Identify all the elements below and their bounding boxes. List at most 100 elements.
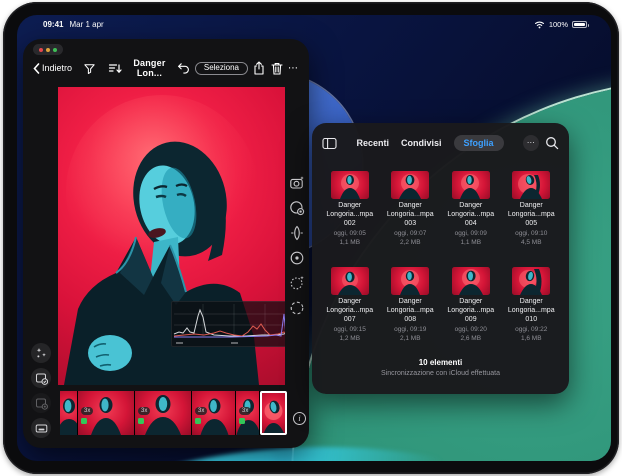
file-name: Danger Longoria...mpa 008 [383, 298, 439, 324]
file-name: Danger Longoria...mpa 010 [504, 298, 560, 324]
vignette-icon[interactable] [289, 299, 306, 316]
files-tabs: Recenti Condivisi Sfoglia [337, 135, 523, 151]
photo-title: Danger Lon... [124, 58, 175, 78]
photo-thumbnail [331, 267, 369, 295]
file-size: 4,5 MB [521, 239, 542, 246]
photo-thumbnail [391, 267, 429, 295]
edited-badge [81, 418, 87, 424]
file-date: oggi, 09:07 [394, 230, 426, 237]
file-date: oggi, 09:22 [515, 326, 547, 333]
filmstrip-thumbnail[interactable]: 3x [135, 391, 191, 435]
file-item[interactable]: Danger Longoria...mpa 002 oggi, 09:051,1… [322, 171, 378, 247]
exposure-icon[interactable] [289, 249, 306, 266]
preset-settings-icon[interactable] [31, 393, 51, 413]
window-controls[interactable] [33, 44, 63, 55]
select-button[interactable]: Seleziona [195, 62, 248, 75]
tab-recenti[interactable]: Recenti [356, 138, 389, 148]
filmstrip-thumbnail[interactable]: 3x [78, 391, 134, 435]
file-size: 2,6 MB [460, 335, 481, 342]
file-name: Danger Longoria...mpa 009 [443, 298, 499, 324]
file-name: Danger Longoria...mpa 002 [322, 202, 378, 228]
file-date: oggi, 09:19 [394, 326, 426, 333]
canvas-format-icon[interactable] [31, 418, 51, 438]
tab-sfoglia[interactable]: Sfoglia [454, 135, 504, 151]
files-grid: Danger Longoria...mpa 002 oggi, 09:051,1… [322, 171, 559, 343]
sidebar-toggle-icon[interactable] [322, 137, 337, 150]
stack-count-badge: 3x [138, 407, 150, 415]
ml-enhance-icon[interactable] [289, 174, 306, 191]
filmstrip-thumbnail[interactable]: 3x [236, 391, 259, 435]
filmstrip-thumbnail[interactable] [60, 391, 77, 435]
stack-count-badge: 3x [195, 407, 207, 415]
photo-canvas[interactable] [58, 87, 285, 385]
more-options-icon[interactable]: ⋯ [523, 135, 539, 151]
status-time: 09:41 [43, 20, 63, 29]
wifi-icon [534, 20, 545, 29]
more-icon[interactable]: ⋯ [286, 63, 299, 74]
photo-thumbnail [331, 171, 369, 199]
stack-count-badge: 3x [239, 407, 251, 415]
preset-check-icon[interactable] [31, 368, 51, 388]
info-button[interactable]: i [293, 412, 306, 425]
file-item[interactable]: Danger Longoria...mpa 010 oggi, 09:22 1,6… [504, 267, 560, 343]
battery-percent: 100% [549, 20, 568, 29]
edited-badge [138, 418, 144, 424]
file-size: 1,2 MB [339, 335, 360, 342]
file-date: oggi, 09:15 [334, 326, 366, 333]
photo-thumbnail [452, 171, 490, 199]
chevron-left-icon [33, 63, 40, 74]
file-name: Danger Longoria...mpa 007 [322, 298, 378, 324]
file-name: Danger Longoria...mpa 003 [383, 202, 439, 228]
photo-thumbnail [452, 267, 490, 295]
back-button[interactable]: Indietro [33, 63, 72, 74]
zoom-window-dot[interactable] [53, 48, 57, 52]
file-size: 2,2 MB [400, 239, 421, 246]
file-size: 2,1 MB [400, 335, 421, 342]
shadows-icon[interactable] [289, 274, 306, 291]
file-item[interactable]: Danger Longoria...mpa 008 oggi, 09:19 2,1… [383, 267, 439, 343]
file-item[interactable]: Danger Longoria...mpa 007 oggi, 09:15 1,2… [322, 267, 378, 343]
file-size: 1,6 MB [521, 335, 542, 342]
sort-icon[interactable] [106, 60, 124, 76]
search-icon[interactable] [545, 136, 559, 150]
tab-condivisi[interactable]: Condivisi [401, 138, 442, 148]
histogram-overlay [171, 301, 285, 347]
status-date: Mar 1 apr [69, 20, 103, 29]
photo-thumbnail [512, 267, 550, 295]
file-item[interactable]: Danger Longoria...mpa 005 oggi, 09:104,5… [504, 171, 560, 247]
item-count: 10 elementi [312, 358, 569, 367]
status-bar: 09:41 Mar 1 apr 100% [17, 18, 611, 32]
filmstrip-thumbnail-selected[interactable] [260, 391, 287, 435]
file-size: 1,1 MB [460, 239, 481, 246]
edited-badge [195, 418, 201, 424]
editor-side-tools [27, 343, 55, 438]
minimize-window-dot[interactable] [46, 48, 50, 52]
files-footer: 10 elementi Sincronizzazione con iCloud … [312, 358, 569, 377]
file-name: Danger Longoria...mpa 005 [504, 202, 560, 228]
battery-icon [572, 21, 587, 28]
editor-toolbar: Indietro Danger Lon... Seleziona ⋯ [33, 58, 299, 78]
files-header: Recenti Condivisi Sfoglia ⋯ [322, 132, 559, 154]
filmstrip: 3x 3x 3x 3x [60, 391, 287, 435]
filter-icon[interactable] [80, 60, 98, 76]
white-balance-icon[interactable] [289, 199, 306, 216]
delete-icon[interactable] [268, 60, 286, 76]
stack-count-badge: 3x [81, 407, 93, 415]
close-window-dot[interactable] [39, 48, 43, 52]
file-item[interactable]: Danger Longoria...mpa 003 oggi, 09:07 2,2… [383, 171, 439, 247]
files-browser-window: Recenti Condivisi Sfoglia ⋯ Danger Longo… [312, 123, 569, 394]
adjustment-tools-column [286, 174, 308, 316]
brilliance-icon[interactable] [289, 224, 306, 241]
file-name: Danger Longoria...mpa 004 [443, 202, 499, 228]
back-label: Indietro [42, 63, 72, 73]
file-item[interactable]: Danger Longoria...mpa 009 oggi, 09:202,6… [443, 267, 499, 343]
auto-adjust-icon[interactable] [31, 343, 51, 363]
undo-icon[interactable] [175, 60, 193, 76]
file-item[interactable]: Danger Longoria...mpa 004 oggi, 09:09 1,1… [443, 171, 499, 247]
photo-editor-window: Indietro Danger Lon... Seleziona ⋯ [23, 39, 309, 448]
filmstrip-thumbnail[interactable]: 3x [192, 391, 235, 435]
file-date: oggi, 09:09 [455, 230, 487, 237]
photo-thumbnail [512, 171, 550, 199]
icloud-sync-status: Sincronizzazione con iCloud effettuata [312, 370, 569, 377]
share-icon[interactable] [250, 60, 268, 76]
